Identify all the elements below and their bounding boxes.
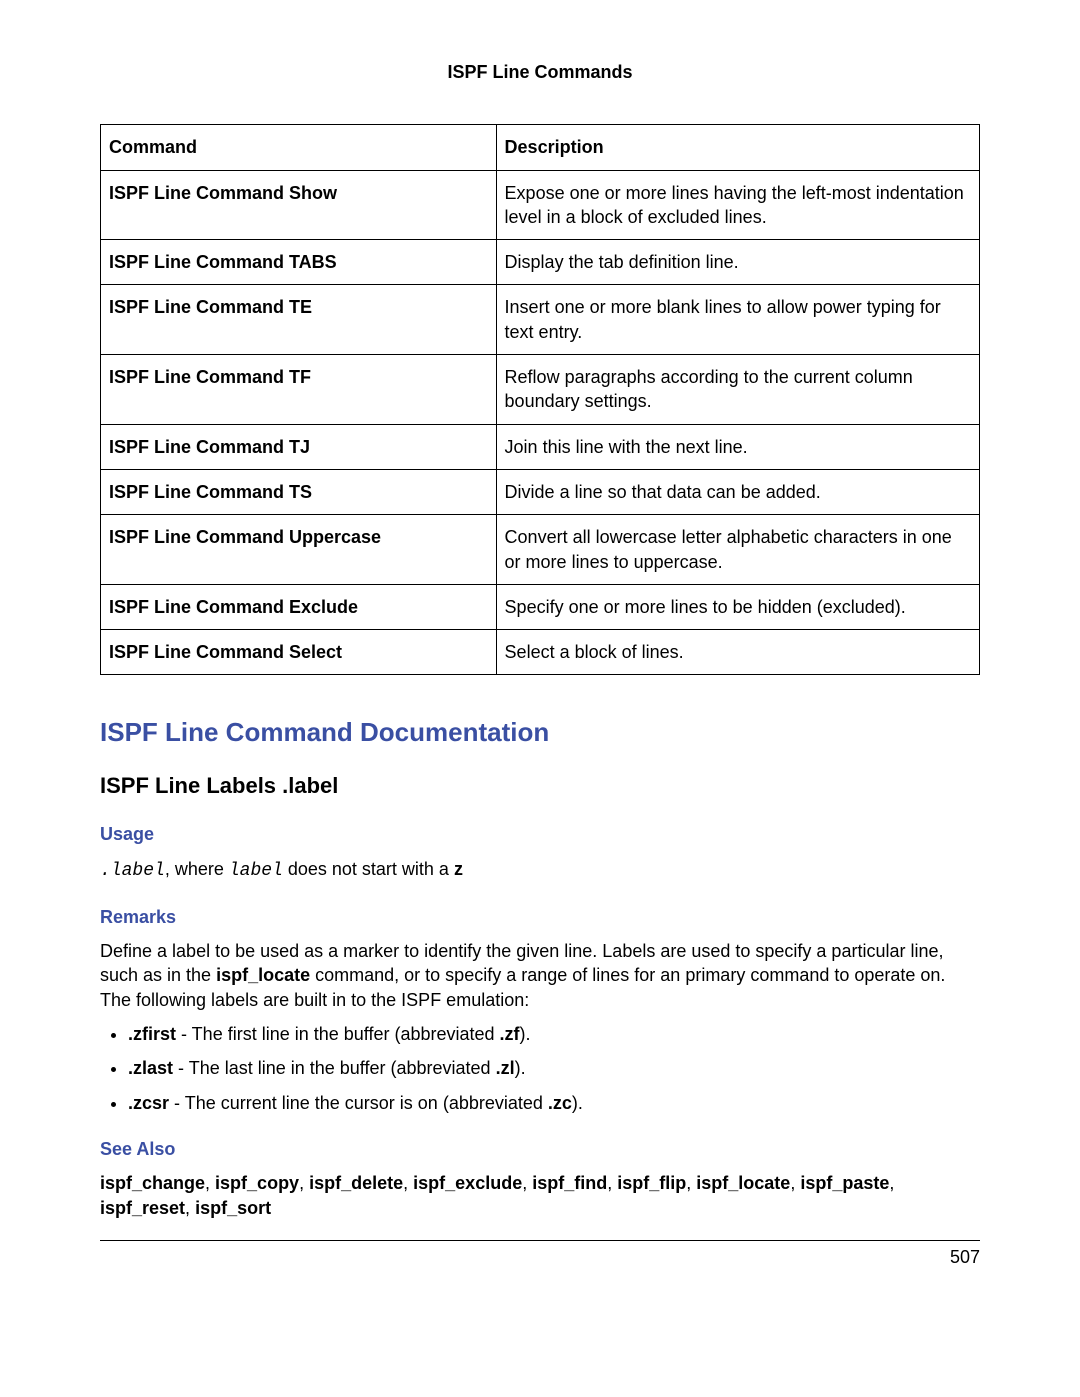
page-header: ISPF Line Commands — [100, 60, 980, 84]
cmd-cell: ISPF Line Command Exclude — [101, 584, 497, 629]
seealso-item: ispf_sort — [195, 1198, 271, 1218]
usage-line: .label, where label does not start with … — [100, 857, 980, 883]
col-command: Command — [101, 125, 497, 170]
usage-text: , where — [165, 859, 229, 879]
seealso-item: ispf_locate — [696, 1173, 790, 1193]
table-row: ISPF Line Command TJJoin this line with … — [101, 424, 980, 469]
label-desc: - The first line in the buffer (abbrevia… — [176, 1024, 500, 1044]
commands-table: Command Description ISPF Line Command Sh… — [100, 124, 980, 675]
desc-cell: Convert all lowercase letter alphabetic … — [496, 515, 979, 585]
table-row: ISPF Line Command SelectSelect a block o… — [101, 630, 980, 675]
sep: , — [185, 1198, 195, 1218]
label-abbr: .zc — [548, 1093, 572, 1113]
seealso-item: ispf_flip — [617, 1173, 686, 1193]
label-desc: - The last line in the buffer (abbreviat… — [173, 1058, 496, 1078]
table-row: ISPF Line Command TABSDisplay the tab de… — [101, 240, 980, 285]
cmd-cell: ISPF Line Command TE — [101, 285, 497, 355]
label-abbr: .zl — [496, 1058, 515, 1078]
usage-z: z — [454, 859, 463, 879]
table-row: ISPF Line Command TSDivide a line so tha… — [101, 469, 980, 514]
seealso-item: ispf_change — [100, 1173, 205, 1193]
label-name: .zlast — [128, 1058, 173, 1078]
sep: , — [686, 1173, 696, 1193]
sep: , — [889, 1173, 894, 1193]
seealso-item: ispf_find — [532, 1173, 607, 1193]
sep: , — [790, 1173, 800, 1193]
seealso-list: ispf_change, ispf_copy, ispf_delete, isp… — [100, 1171, 980, 1220]
page-footer: 507 — [100, 1240, 980, 1269]
desc-cell: Select a block of lines. — [496, 630, 979, 675]
sep: , — [607, 1173, 617, 1193]
label-name: .zfirst — [128, 1024, 176, 1044]
usage-text: does not start with a — [283, 859, 454, 879]
seealso-heading: See Also — [100, 1137, 980, 1161]
label-end: ). — [520, 1024, 531, 1044]
table-row: ISPF Line Command ShowExpose one or more… — [101, 170, 980, 240]
desc-cell: Reflow paragraphs according to the curre… — [496, 355, 979, 425]
section-title: ISPF Line Command Documentation — [100, 715, 980, 750]
remarks-intro: Define a label to be used as a marker to… — [100, 939, 980, 1012]
label-abbr: .zf — [500, 1024, 520, 1044]
table-row: ISPF Line Command TEInsert one or more b… — [101, 285, 980, 355]
list-item: .zcsr - The current line the cursor is o… — [128, 1091, 980, 1115]
table-row: ISPF Line Command TFReflow paragraphs ac… — [101, 355, 980, 425]
desc-cell: Specify one or more lines to be hidden (… — [496, 584, 979, 629]
cmd-cell: ISPF Line Command Select — [101, 630, 497, 675]
seealso-item: ispf_delete — [309, 1173, 403, 1193]
cmd-cell: ISPF Line Command TABS — [101, 240, 497, 285]
desc-cell: Divide a line so that data can be added. — [496, 469, 979, 514]
desc-cell: Join this line with the next line. — [496, 424, 979, 469]
desc-cell: Display the tab definition line. — [496, 240, 979, 285]
label-end: ). — [515, 1058, 526, 1078]
sep: , — [522, 1173, 532, 1193]
label-name: .zcsr — [128, 1093, 169, 1113]
seealso-item: ispf_reset — [100, 1198, 185, 1218]
cmd-cell: ISPF Line Command Uppercase — [101, 515, 497, 585]
seealso-item: ispf_copy — [215, 1173, 299, 1193]
table-row: ISPF Line Command UppercaseConvert all l… — [101, 515, 980, 585]
seealso-item: ispf_paste — [800, 1173, 889, 1193]
label-end: ). — [572, 1093, 583, 1113]
label-desc: - The current line the cursor is on (abb… — [169, 1093, 548, 1113]
usage-heading: Usage — [100, 822, 980, 846]
desc-cell: Expose one or more lines having the left… — [496, 170, 979, 240]
sep: , — [299, 1173, 309, 1193]
cmd-cell: ISPF Line Command TJ — [101, 424, 497, 469]
remarks-heading: Remarks — [100, 905, 980, 929]
list-item: .zlast - The last line in the buffer (ab… — [128, 1056, 980, 1080]
usage-label-var: label — [229, 861, 283, 881]
sep: , — [205, 1173, 215, 1193]
remarks-cmd: ispf_locate — [216, 965, 310, 985]
seealso-item: ispf_exclude — [413, 1173, 522, 1193]
list-item: .zfirst - The first line in the buffer (… — [128, 1022, 980, 1046]
table-row: ISPF Line Command ExcludeSpecify one or … — [101, 584, 980, 629]
page-number: 507 — [950, 1247, 980, 1267]
usage-label-literal: .label — [100, 861, 165, 881]
sub-title-labels: ISPF Line Labels .label — [100, 771, 980, 801]
col-description: Description — [496, 125, 979, 170]
desc-cell: Insert one or more blank lines to allow … — [496, 285, 979, 355]
builtin-labels-list: .zfirst - The first line in the buffer (… — [100, 1022, 980, 1115]
sep: , — [403, 1173, 413, 1193]
cmd-cell: ISPF Line Command Show — [101, 170, 497, 240]
cmd-cell: ISPF Line Command TF — [101, 355, 497, 425]
cmd-cell: ISPF Line Command TS — [101, 469, 497, 514]
